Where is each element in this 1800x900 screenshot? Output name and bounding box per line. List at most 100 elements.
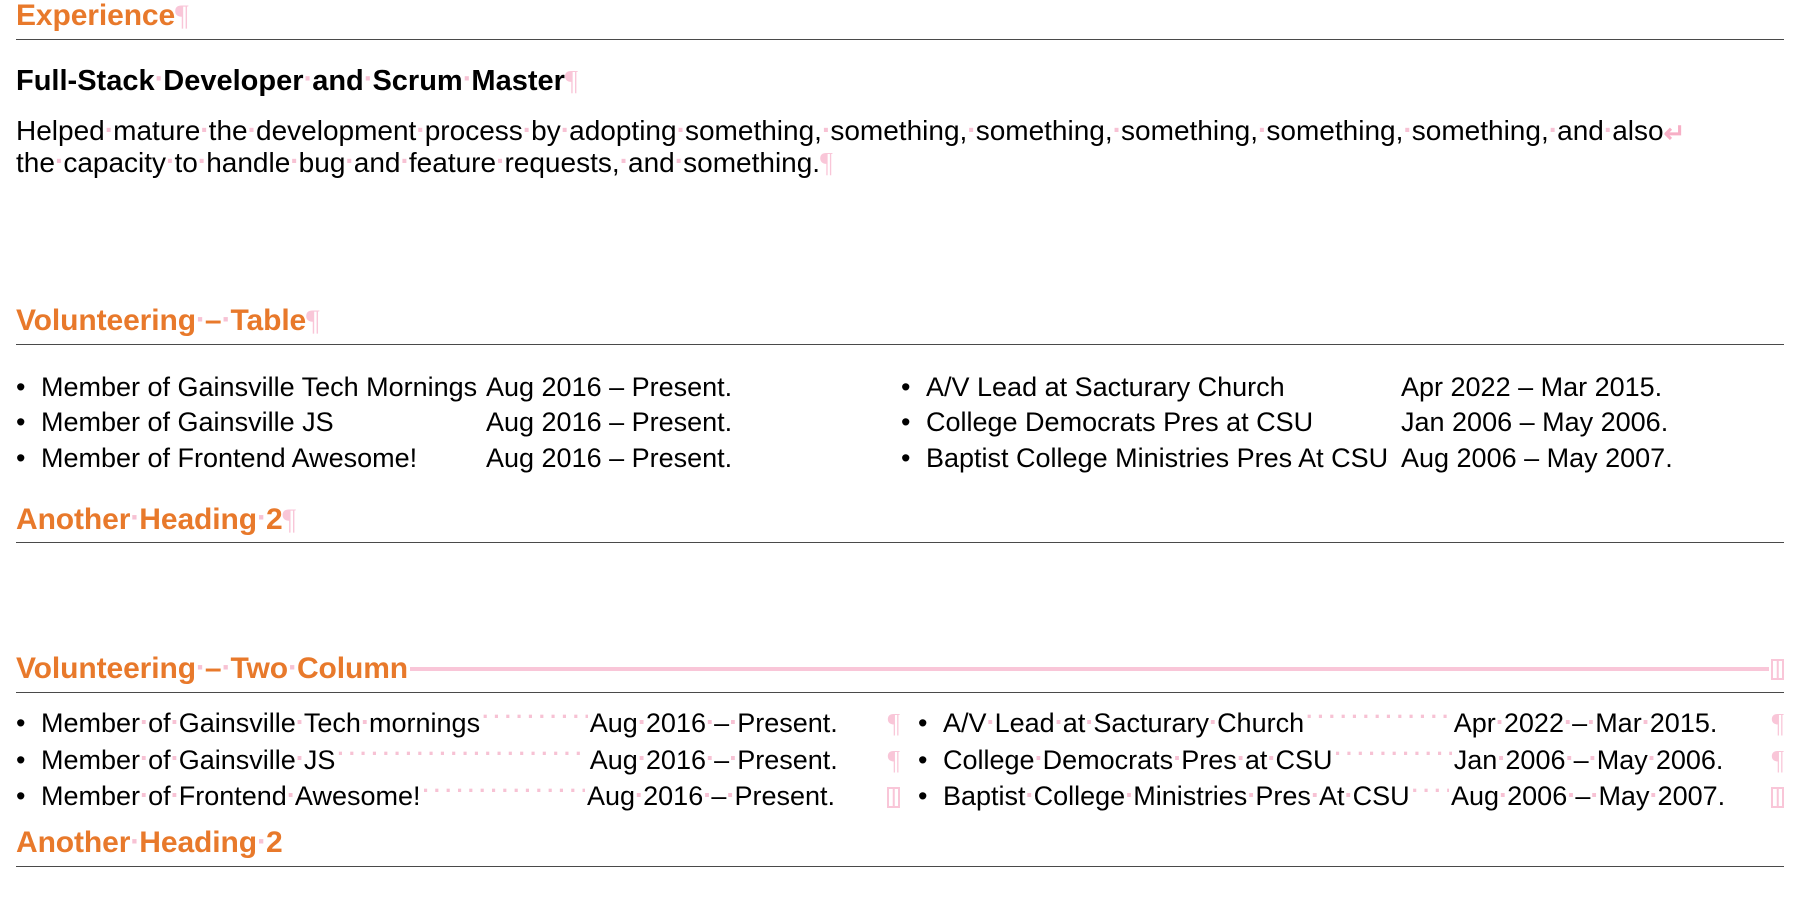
space-dot-icon (463, 64, 472, 96)
heading-another-bottom: AnotherHeading2 (16, 827, 1784, 859)
space-dot-icon (345, 145, 353, 176)
two-column-left: MemberofGainsvilleTechmornings Aug2016–Pr… (16, 705, 900, 815)
space-dot-icon (620, 145, 628, 176)
bullet-icon (16, 745, 41, 776)
table-cell-right-date-text: Aug 2006 – May 2007. (1401, 443, 1673, 474)
tab-leader-rule (410, 667, 1769, 672)
space-dot-icon (171, 743, 179, 774)
space-dot-icon (1055, 707, 1063, 738)
list-item: CollegeDemocratsPresatCSU Jan2006–May2006… (918, 742, 1784, 779)
space-dot-icon (1499, 780, 1507, 811)
pilcrow-icon: ¶ (820, 147, 833, 179)
bullet-icon (16, 372, 41, 403)
space-dot-icon (296, 743, 304, 774)
cell-end-glyph (887, 787, 900, 809)
list-item-date: Aug2016–Present. (590, 708, 888, 739)
list-item: A/VLeadatSacturaryChurch Apr2022–Mar2015.… (918, 705, 1784, 742)
heading-volunteering-two-column-label: Volunteering–TwoColumn (16, 652, 408, 685)
space-dot-icon (416, 114, 424, 145)
space-dot-icon (222, 652, 231, 684)
table-cell-right-date-text: Apr 2022 – Mar 2015. (1401, 371, 1663, 402)
dot-leader-icon (337, 742, 587, 769)
space-dot-icon (1209, 707, 1217, 738)
line-break-icon: ↵ (1663, 118, 1686, 149)
space-dot-icon (1496, 707, 1504, 738)
dot-leader-icon (482, 705, 588, 732)
space-dot-icon (304, 64, 313, 96)
bullet-icon (16, 781, 41, 812)
heading-volunteering-two-column: Volunteering–TwoColumn (16, 653, 408, 685)
dot-leader-icon (422, 778, 585, 805)
heading-rule (16, 865, 1784, 867)
bullet-icon (918, 745, 943, 776)
bullet-icon (901, 443, 926, 474)
heading-experience: Experience¶ (16, 0, 1784, 32)
cell-end-icon (1771, 658, 1784, 680)
space-dot-icon (1642, 707, 1650, 738)
paragraph-line-1-text: Helpedmaturethedevelopmentprocessbyadopt… (16, 115, 1664, 146)
space-dot-icon (635, 780, 643, 811)
space-dot-icon (1403, 114, 1411, 145)
table-cell-gap (816, 371, 901, 407)
bullet-icon (901, 407, 926, 438)
space-dot-icon (196, 304, 205, 336)
space-dot-icon (1247, 780, 1255, 811)
job-title: Full-StackDeveloperandScrumMaster¶ (16, 65, 1784, 98)
table-cell-left-org: Member of Gainsville JS (16, 406, 486, 442)
space-dot-icon (1345, 780, 1353, 811)
space-dot-icon (1589, 743, 1597, 774)
table-row: Member of Gainsville Tech Mornings Aug 20… (16, 371, 1784, 407)
table-cell-left-date: Aug 2016 – Present. (486, 406, 816, 442)
bullet-icon (16, 443, 41, 474)
space-dot-icon (1564, 707, 1572, 738)
space-dot-icon (130, 502, 139, 534)
two-column-right: A/VLeadatSacturaryChurch Apr2022–Mar2015.… (900, 705, 1784, 815)
table-cell-left-date: Aug 2016 – Present. (486, 371, 816, 407)
space-dot-icon (1125, 780, 1133, 811)
bullet-icon (901, 372, 926, 403)
space-dot-icon (1173, 743, 1181, 774)
space-dot-icon (561, 114, 569, 145)
list-item-date: Jan2006–May2006. (1454, 745, 1772, 776)
bullet-icon (16, 407, 41, 438)
list-item: MemberofGainsvilleTechmornings Aug2016–Pr… (16, 705, 900, 742)
table-cell-left-org-text: Member of Frontend Awesome! (41, 443, 418, 474)
section-experience: Experience¶ (16, 0, 1784, 40)
space-dot-icon (1590, 780, 1598, 811)
pilcrow-icon: ¶ (282, 502, 297, 536)
section-volunteering-two-column: Volunteering–TwoColumn (16, 653, 1784, 693)
bullet-icon (918, 781, 943, 812)
space-dot-icon (105, 114, 113, 145)
job-title-label: Full-StackDeveloperandScrumMaster (16, 65, 565, 97)
list-item-date: Aug2016–Present. (587, 781, 885, 812)
space-dot-icon (987, 707, 995, 738)
space-dot-icon (130, 826, 139, 858)
heading-another-middle-label: AnotherHeading2 (16, 503, 283, 536)
table-cell-right-date: Jan 2006 – May 2006. (1401, 406, 1784, 442)
dot-leader-icon (1306, 705, 1452, 732)
table-cell-right-org: Baptist College Ministries Pres At CSU (901, 442, 1401, 478)
space-dot-icon (222, 304, 231, 336)
list-item-org: MemberofFrontendAwesome! (16, 781, 420, 812)
table-cell-gap (816, 442, 901, 478)
space-dot-icon (1549, 114, 1557, 145)
space-dot-icon (200, 114, 208, 145)
cell-end-icon (885, 781, 900, 812)
space-dot-icon (523, 114, 531, 145)
table-cell-left-org-text: Member of Gainsville Tech Mornings (41, 371, 478, 402)
volunteering-two-column-body: MemberofGainsvilleTechmornings Aug2016–Pr… (16, 705, 1784, 815)
heading-another-middle: AnotherHeading2¶ (16, 504, 1784, 536)
section-another-heading-bottom: AnotherHeading2 (16, 827, 1784, 867)
cell-end-icon (1769, 781, 1784, 812)
space-dot-icon (140, 780, 148, 811)
list-item-date: Apr2022–Mar2015. (1454, 708, 1772, 739)
table-cell-right-date-text: Jan 2006 – May 2006. (1401, 407, 1669, 438)
section-volunteering-table: Volunteering–Table¶ (16, 305, 1784, 345)
heading-volunteering-two-column-row: Volunteering–TwoColumn (16, 653, 1784, 685)
space-dot-icon (1237, 743, 1245, 774)
pilcrow-icon: ¶ (887, 707, 900, 738)
